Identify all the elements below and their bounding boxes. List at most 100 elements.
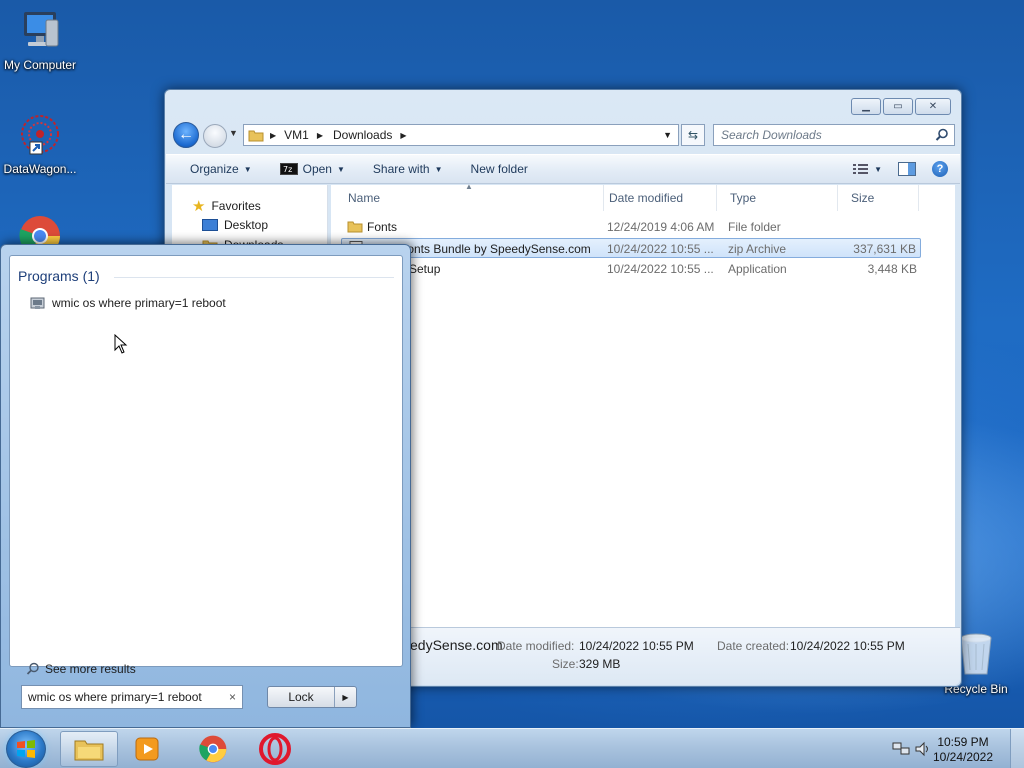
share-with-label: Share with	[372, 162, 430, 176]
table-row[interactable]: XSetup 10/24/2022 10:55 ... Application …	[341, 259, 921, 279]
breadcrumb-downloads[interactable]: Downloads ▶	[333, 128, 407, 142]
file-name: Fonts	[367, 220, 398, 234]
program-result-item[interactable]: wmic os where primary=1 reboot	[30, 296, 226, 310]
column-header-size[interactable]: Size	[839, 185, 919, 211]
start-search-value: wmic os where primary=1 reboot	[28, 690, 202, 704]
nav-item-label: Favorites	[211, 199, 261, 213]
column-header-type[interactable]: Type	[718, 185, 838, 211]
details-date-modified-label: Date modified:	[497, 639, 575, 653]
command-icon	[30, 297, 45, 309]
window-controls: ▁ ▭ ✕	[851, 98, 951, 115]
file-name: Fonts Bundle by SpeedySense.com	[400, 242, 591, 256]
chevron-down-icon: ▼	[434, 164, 443, 174]
taskbar-media-player-button[interactable]	[118, 731, 176, 767]
share-with-button[interactable]: Share with ▼	[373, 162, 443, 176]
nav-item-desktop[interactable]: Desktop	[202, 218, 268, 232]
organize-button[interactable]: Organize ▼	[190, 162, 252, 176]
breadcrumb-separator-icon: ▶	[316, 130, 323, 140]
star-icon: ★	[192, 198, 206, 215]
start-button[interactable]	[6, 730, 46, 768]
svg-text:7z: 7z	[283, 165, 292, 174]
refresh-button[interactable]: ⇆	[681, 124, 705, 146]
forward-button[interactable]	[203, 124, 227, 148]
details-date-created-label: Date created:	[717, 639, 790, 653]
datawagon-shortcut-icon	[21, 115, 59, 155]
new-folder-label: New folder	[470, 162, 528, 176]
file-list: ▲ Name Date modified Type Size Fonts 12/…	[331, 182, 955, 630]
opera-icon	[259, 733, 291, 765]
maximize-button[interactable]: ▭	[883, 98, 913, 115]
breadcrumb-separator-icon: ▶	[400, 130, 407, 140]
search-input[interactable]: Search Downloads	[713, 124, 955, 146]
desktop-icon-my-computer[interactable]: My Computer	[0, 8, 80, 72]
search-placeholder: Search Downloads	[721, 128, 822, 142]
file-size: 337,631 KB	[853, 242, 916, 256]
table-row[interactable]: Fonts Bundle by SpeedySense.com 10/24/20…	[341, 238, 921, 258]
file-type: Application	[728, 262, 787, 276]
column-header-name[interactable]: Name	[336, 185, 604, 211]
nav-item-label: Desktop	[224, 218, 269, 232]
network-icon[interactable]	[892, 741, 910, 757]
maximize-icon: ▭	[893, 101, 903, 112]
computer-icon	[24, 12, 59, 47]
see-more-results-link[interactable]: See more results	[26, 662, 136, 676]
nav-item-favorites[interactable]: ★ Favorites	[192, 197, 261, 215]
search-icon	[935, 128, 948, 141]
divider	[114, 277, 394, 278]
programs-heading[interactable]: Programs (1)	[18, 268, 100, 284]
breadcrumb-label: Downloads	[333, 128, 393, 142]
mouse-cursor-icon	[114, 334, 128, 354]
command-bar: Organize ▼ 7z Open ▼ Share with ▼ New folde…	[166, 154, 960, 184]
address-bar[interactable]: ▶ VM1 ▶ Downloads ▶ ▼	[243, 124, 679, 146]
taskbar-opera-button[interactable]	[246, 731, 304, 767]
show-desktop-button[interactable]	[1010, 729, 1024, 768]
back-button[interactable]: ←	[173, 122, 199, 148]
clock-time: 10:59 PM	[937, 735, 989, 749]
start-search-input[interactable]: wmic os where primary=1 reboot ×	[21, 685, 243, 709]
program-result-label: wmic os where primary=1 reboot	[52, 296, 226, 310]
table-row[interactable]: Fonts 12/24/2019 4:06 AM File folder	[341, 217, 921, 237]
clear-search-icon[interactable]: ×	[229, 690, 236, 704]
desktop-icon-datawagon[interactable]: DataWagon...	[0, 112, 80, 176]
column-header-label: Type	[730, 191, 757, 205]
file-date: 12/24/2019 4:06 AM	[607, 220, 715, 234]
breadcrumb-vm1[interactable]: VM1 ▶	[284, 128, 323, 142]
chevron-down-icon: ▼	[336, 164, 345, 174]
minimize-button[interactable]: ▁	[851, 98, 881, 115]
lock-button[interactable]: Lock ▶	[267, 686, 357, 708]
breadcrumb-label: VM1	[284, 128, 309, 142]
taskbar-explorer-button[interactable]	[60, 731, 118, 767]
desktop-icon-label: DataWagon...	[3, 162, 77, 176]
close-button[interactable]: ✕	[915, 98, 951, 115]
folder-icon	[347, 221, 363, 233]
windows-logo-icon	[17, 740, 35, 758]
view-options-button[interactable]: ▼	[853, 163, 882, 175]
open-button[interactable]: 7z Open ▼	[279, 162, 345, 176]
chevron-down-icon: ▼	[243, 164, 252, 174]
file-size: 3,448 KB	[867, 262, 917, 276]
see-more-results-label: See more results	[45, 662, 136, 676]
new-folder-button[interactable]: New folder	[471, 162, 528, 176]
taskbar-chrome-button[interactable]	[184, 731, 242, 767]
column-header-label: Name	[348, 191, 381, 205]
details-file-name: edySense.com	[410, 637, 503, 653]
explorer-folder-icon	[74, 740, 104, 761]
clock-date: 10/24/2022	[932, 750, 994, 764]
column-header-date-modified[interactable]: Date modified	[597, 185, 717, 211]
search-icon	[26, 662, 39, 675]
details-size-value: 329 MB	[579, 657, 621, 671]
recent-pages-dropdown-icon[interactable]: ▼	[229, 128, 238, 138]
recycle-bin-icon	[960, 633, 992, 675]
clock[interactable]: 10:59 PM 10/24/2022	[928, 735, 998, 765]
refresh-icon: ⇆	[687, 128, 699, 142]
lock-label: Lock	[288, 690, 314, 704]
desktop-icon-label: My Computer	[3, 58, 77, 72]
search-results-panel: Programs (1) wmic os where primary=1 reb…	[9, 255, 403, 676]
preview-pane-icon[interactable]	[898, 162, 916, 176]
start-menu: Programs (1) wmic os where primary=1 reb…	[0, 244, 411, 728]
folder-icon	[248, 130, 264, 142]
shutdown-options-arrow-icon[interactable]: ▶	[334, 687, 356, 707]
help-icon[interactable]: ?	[932, 161, 948, 177]
column-header-label: Date modified	[609, 191, 684, 205]
address-dropdown-icon[interactable]: ▼	[663, 130, 672, 140]
